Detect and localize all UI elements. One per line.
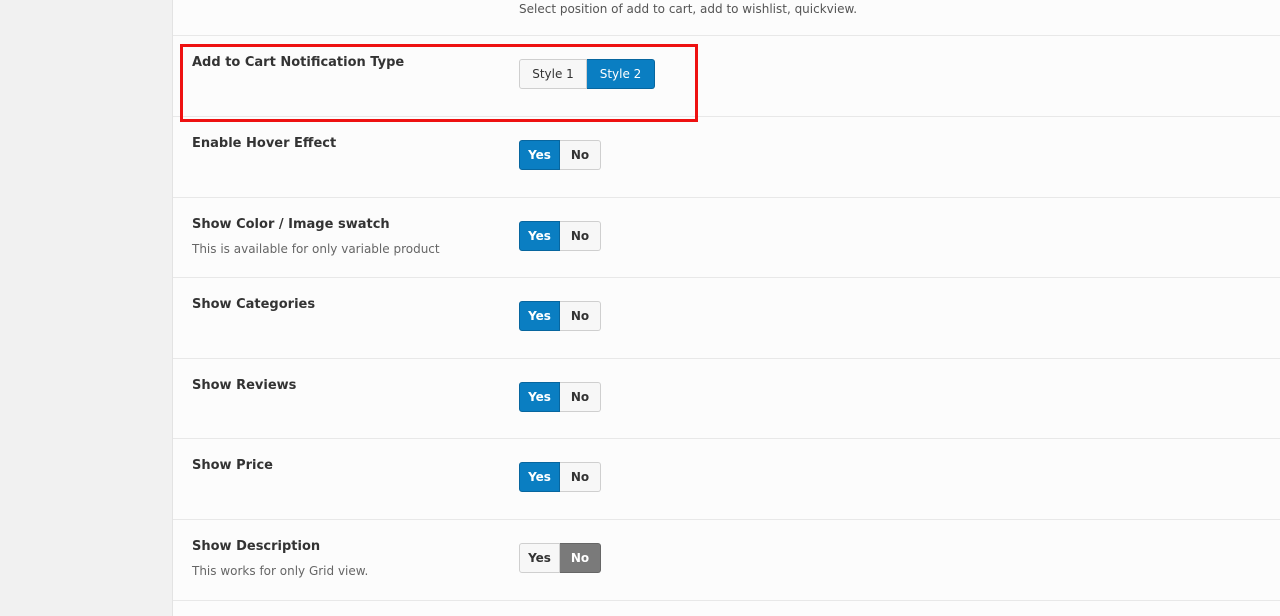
description-toggle[interactable]: Yes No xyxy=(519,543,601,573)
setting-row-show-categories: Show Categories Yes No xyxy=(173,277,1280,358)
no-button[interactable]: No xyxy=(560,301,601,331)
notification-style-toggle[interactable]: Style 1 Style 2 xyxy=(519,59,655,89)
setting-row-color-swatch: Show Color / Image swatch This is availa… xyxy=(173,197,1280,278)
setting-title: Show Price xyxy=(192,458,274,473)
yes-button[interactable]: Yes xyxy=(519,221,560,251)
setting-description: This works for only Grid view. xyxy=(192,564,369,578)
setting-description: This is available for only variable prod… xyxy=(192,242,440,256)
setting-row-show-reviews: Show Reviews Yes No xyxy=(173,358,1280,439)
style-2-button[interactable]: Style 2 xyxy=(587,59,655,89)
yes-button[interactable]: Yes xyxy=(519,462,560,492)
previous-setting-description: Select position of add to cart, add to w… xyxy=(519,2,858,16)
no-button[interactable]: No xyxy=(560,140,601,170)
hover-effect-toggle[interactable]: Yes No xyxy=(519,140,601,170)
setting-row-show-price: Show Price Yes No xyxy=(173,438,1280,519)
yes-button[interactable]: Yes xyxy=(519,140,560,170)
left-sidebar-gutter xyxy=(0,0,173,616)
setting-title: Show Color / Image swatch xyxy=(192,217,390,232)
setting-title: Add to Cart Notification Type xyxy=(192,55,405,70)
yes-button[interactable]: Yes xyxy=(519,543,560,573)
categories-toggle[interactable]: Yes No xyxy=(519,301,601,331)
settings-panel: Select position of add to cart, add to w… xyxy=(173,0,1280,616)
setting-row-cart-notification-type: Add to Cart Notification Type Style 1 St… xyxy=(173,35,1280,116)
color-swatch-toggle[interactable]: Yes No xyxy=(519,221,601,251)
style-1-button[interactable]: Style 1 xyxy=(519,59,587,89)
no-button[interactable]: No xyxy=(560,462,601,492)
setting-title: Enable Hover Effect xyxy=(192,136,337,151)
setting-row-show-description: Show Description This works for only Gri… xyxy=(173,519,1280,601)
setting-title: Show Description xyxy=(192,539,321,554)
reviews-toggle[interactable]: Yes No xyxy=(519,382,601,412)
setting-row-hover-effect: Enable Hover Effect Yes No xyxy=(173,116,1280,197)
no-button[interactable]: No xyxy=(560,221,601,251)
setting-title: Show Reviews xyxy=(192,378,297,393)
yes-button[interactable]: Yes xyxy=(519,301,560,331)
yes-button[interactable]: Yes xyxy=(519,382,560,412)
setting-title: Show Categories xyxy=(192,297,316,312)
no-button[interactable]: No xyxy=(560,543,601,573)
no-button[interactable]: No xyxy=(560,382,601,412)
price-toggle[interactable]: Yes No xyxy=(519,462,601,492)
